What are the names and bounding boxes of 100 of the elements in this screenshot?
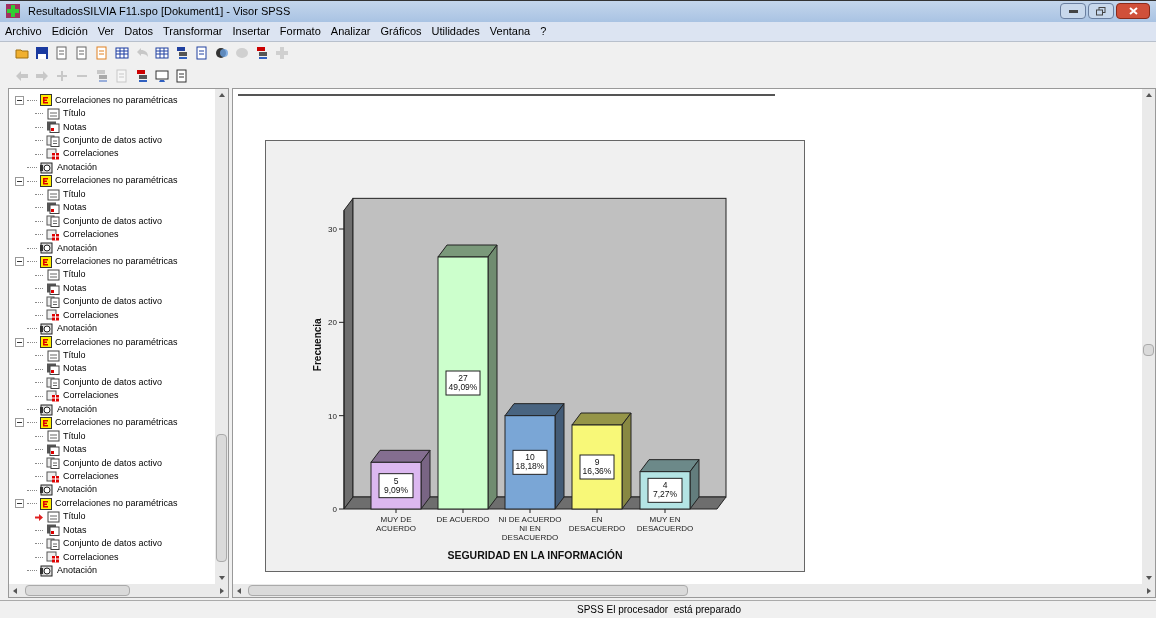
menu-item[interactable]: Ventana [489, 23, 531, 40]
window-title: ResultadosSILVIA F11.spo [Dokument1] - Visor SPSS [28, 4, 291, 20]
x-category-label: NI DE ACUERDO NI EN DESACUERDO [498, 514, 562, 542]
collapse-toggle[interactable] [15, 337, 24, 347]
restore-icon [1096, 6, 1106, 16]
menu-item[interactable]: Transformar [163, 23, 223, 40]
outline-item[interactable]: Anotación [57, 322, 98, 336]
outline-item[interactable]: Anotación [57, 483, 98, 497]
outline-item[interactable]: Título [63, 268, 86, 282]
outline-item[interactable]: Correlaciones no paramétricas [55, 93, 178, 108]
app-icon [6, 4, 20, 19]
x-category-label: DE ACUERDO [436, 514, 490, 524]
notes-icon [46, 282, 60, 295]
y-tick-label: 30 [328, 224, 337, 234]
data-label: 27 49,09% [445, 370, 481, 396]
y-tick-label: 0 [332, 504, 337, 514]
restore-button[interactable] [1088, 3, 1114, 20]
outline-item[interactable]: Conjunto de datos activo [63, 537, 163, 551]
vertical-scrollbar[interactable] [1142, 88, 1155, 585]
outline-item[interactable]: Correlaciones [63, 228, 119, 242]
scroll-up-icon[interactable] [218, 91, 225, 98]
outline-item[interactable]: Conjunto de datos activo [63, 295, 163, 309]
scroll-down-icon[interactable] [1145, 575, 1152, 582]
close-button[interactable] [1116, 3, 1150, 20]
outline-item[interactable]: Título [63, 107, 86, 121]
horizontal-scrollbar[interactable] [233, 584, 1155, 598]
outline-item[interactable]: Correlaciones no paramétricas [55, 174, 178, 188]
procedure-icon [40, 497, 52, 510]
notes-icon [46, 363, 60, 376]
outline-item[interactable]: Conjunto de datos activo [63, 375, 163, 390]
outline-item[interactable]: Correlaciones [63, 389, 119, 403]
outline-item[interactable]: Notas [63, 281, 87, 296]
menu-item[interactable]: Archivo [5, 23, 42, 40]
x-category-label: MUY DE ACUERDO [376, 514, 416, 533]
collapse-toggle[interactable] [15, 95, 24, 105]
outline-item[interactable]: Conjunto de datos activo [63, 134, 163, 148]
data-label: 4 7,27% [652, 480, 678, 500]
vertical-scrollbar[interactable] [215, 88, 228, 585]
outline-item[interactable]: Anotación [57, 402, 98, 417]
table-icon [46, 309, 60, 322]
menu-item[interactable]: Analizar [330, 23, 371, 40]
scroll-left-icon[interactable] [236, 587, 242, 594]
menu-item[interactable]: Ver [97, 23, 115, 40]
menu-item[interactable]: ? [540, 23, 547, 40]
scrollbar-thumb[interactable] [1143, 343, 1154, 356]
title-icon [46, 349, 60, 362]
menu-item[interactable]: Edición [51, 23, 88, 40]
outline-item[interactable]: Notas [63, 362, 87, 376]
horizontal-scrollbar[interactable] [9, 584, 228, 598]
scroll-up-icon[interactable] [1145, 91, 1152, 98]
annotation-icon [40, 161, 54, 174]
collapse-toggle[interactable] [15, 499, 24, 509]
outline-item[interactable]: Notas [63, 443, 87, 457]
menu-item[interactable]: Formato [279, 23, 321, 40]
outline-item[interactable]: Notas [63, 523, 87, 538]
outline-item[interactable]: Conjunto de datos activo [63, 214, 163, 229]
outline-item[interactable]: Correlaciones no paramétricas [55, 254, 178, 269]
collapse-toggle[interactable] [15, 176, 24, 186]
scrollbar-thumb[interactable] [248, 585, 688, 597]
x-category-label: EN DESACUERDO [568, 514, 626, 533]
scroll-right-icon[interactable] [219, 587, 225, 594]
scrollbar-thumb[interactable] [25, 585, 130, 597]
menu-item[interactable]: Gráficos [380, 23, 422, 40]
outline-item[interactable]: Título [63, 187, 86, 202]
menu-item[interactable]: Utilidades [431, 23, 480, 40]
outline-item[interactable]: Correlaciones no paramétricas [55, 496, 178, 511]
outline-item[interactable]: Título [63, 510, 86, 524]
outline-item[interactable]: Anotación [57, 160, 98, 175]
outline-item[interactable]: Conjunto de datos activo [63, 456, 163, 470]
scroll-right-icon[interactable] [1146, 587, 1152, 594]
scroll-down-icon[interactable] [218, 575, 225, 582]
outline-item[interactable]: Notas [63, 201, 87, 215]
annotation-icon [40, 242, 54, 255]
outline-item[interactable]: Título [63, 349, 86, 363]
outline-item[interactable]: Anotación [57, 564, 98, 578]
menu-item[interactable]: Insertar [232, 23, 270, 40]
outline-item[interactable]: Correlaciones no paramétricas [55, 335, 178, 350]
outline-item[interactable]: Título [63, 429, 86, 444]
collapse-toggle[interactable] [15, 418, 24, 428]
close-icon [1128, 7, 1138, 16]
outline-item[interactable]: Correlaciones [63, 147, 119, 161]
scrollbar-thumb[interactable] [216, 433, 227, 562]
outline-item[interactable]: Correlaciones no paramétricas [55, 416, 178, 430]
outline-item[interactable]: Correlaciones [63, 308, 119, 323]
outline-item[interactable]: Anotación [57, 241, 98, 255]
notes-icon [46, 443, 60, 456]
y-tick-label: 20 [328, 318, 337, 328]
bar-depth-drawing [639, 458, 700, 510]
menu-item[interactable]: Datos [124, 23, 154, 40]
minimize-button[interactable] [1060, 3, 1086, 20]
collapse-toggle[interactable] [15, 257, 24, 267]
outline-item[interactable]: Notas [63, 120, 87, 135]
outline-item[interactable]: Correlaciones [63, 550, 119, 565]
outline-item[interactable]: Correlaciones [63, 469, 119, 484]
scroll-left-icon[interactable] [12, 587, 18, 594]
data-label: 9 16,36% [579, 454, 615, 480]
data-label: 5 9,09% [383, 475, 409, 495]
title-icon [46, 188, 60, 201]
status-message: SPSS El procesador está preparado [577, 603, 741, 617]
dataset-icon [46, 537, 60, 550]
